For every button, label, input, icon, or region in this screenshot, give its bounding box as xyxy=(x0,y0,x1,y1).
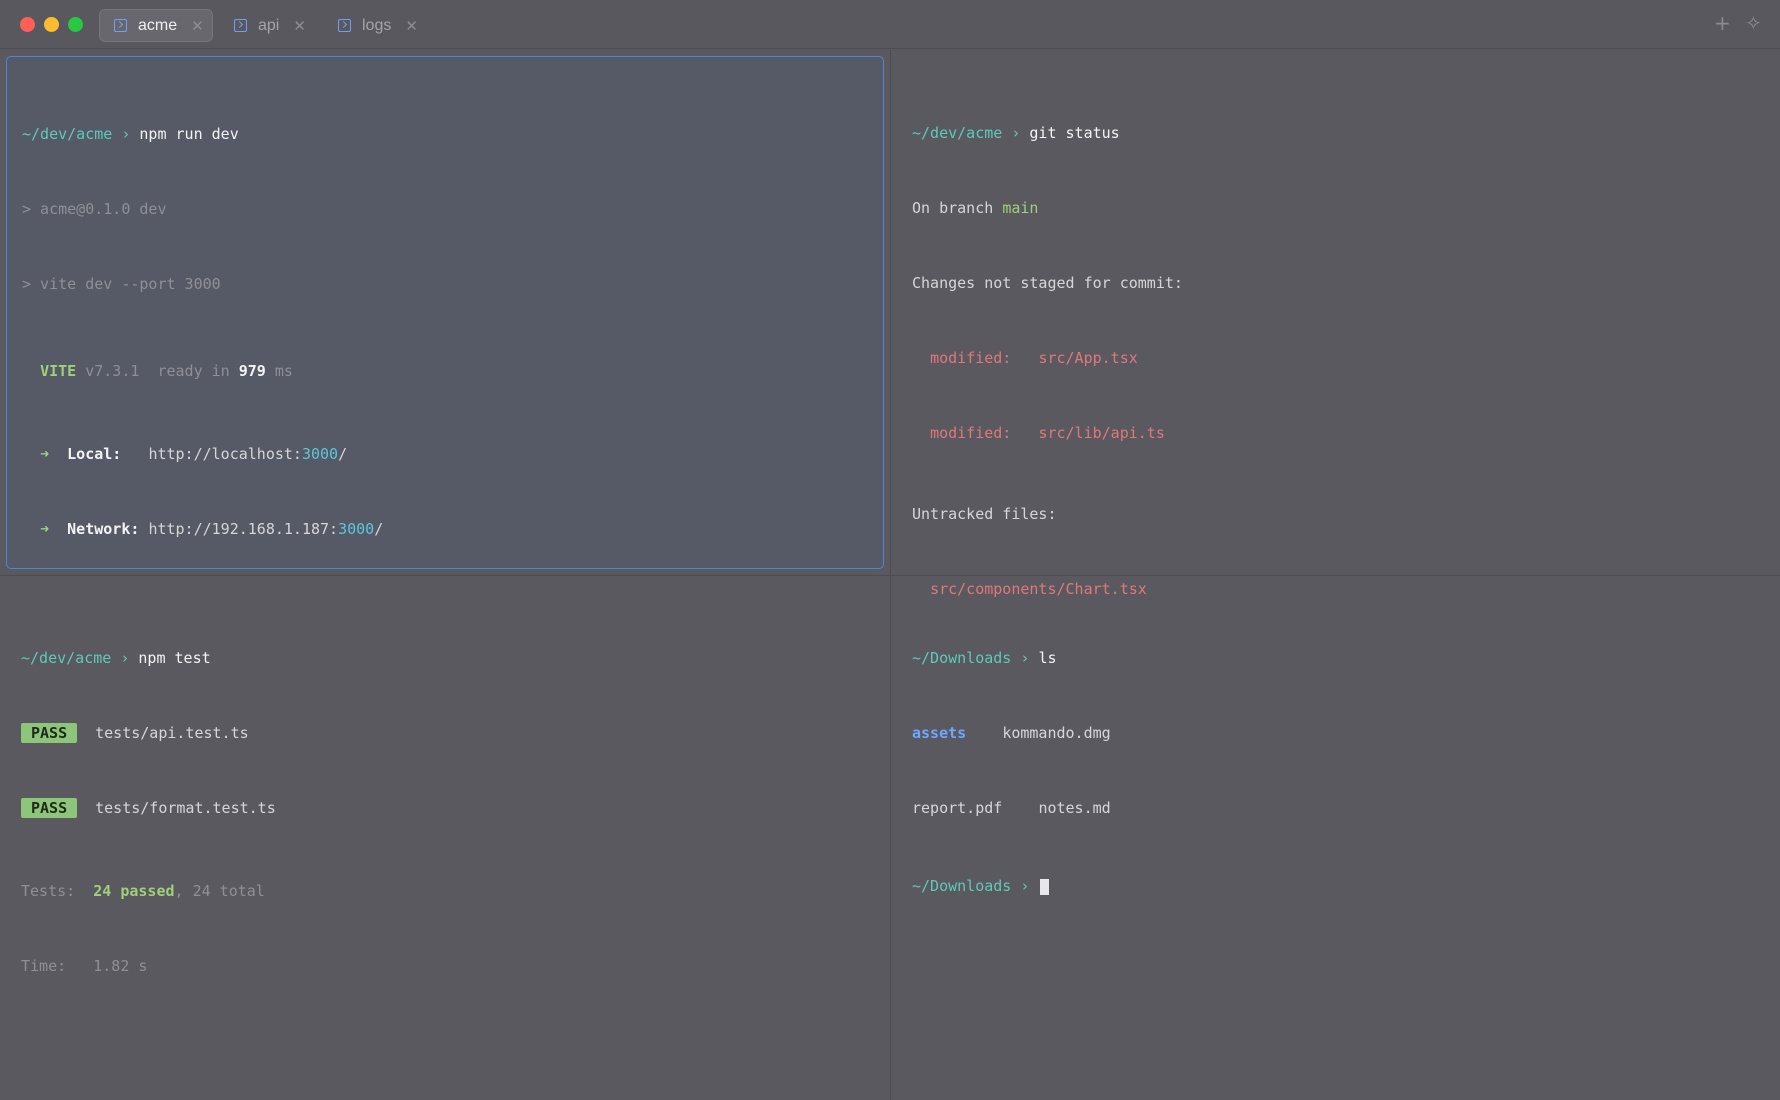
ls-row: assets kommando.dmg xyxy=(912,721,1777,746)
local-url-line: ➜ Local: http://localhost:3000/ xyxy=(40,445,348,463)
tab-acme[interactable]: acme ✕ xyxy=(99,9,213,42)
untracked-header: Untracked files: xyxy=(912,505,1057,523)
file-entry: notes.md xyxy=(1038,799,1111,817)
test-result-line: PASS tests/api.test.ts xyxy=(21,721,884,746)
modified-line: modified: src/lib/api.ts xyxy=(930,424,1165,442)
time-summary-line: Time: 1.82 s xyxy=(21,957,148,975)
tab-label: api xyxy=(258,16,280,34)
branch-name: main xyxy=(1002,199,1039,217)
tab-logs[interactable]: logs ✕ xyxy=(324,9,434,42)
prompt-line: ~/dev/acme › npm run dev xyxy=(22,125,239,143)
terminal-icon xyxy=(114,19,127,32)
tab-label: acme xyxy=(138,16,178,34)
terminal-icon xyxy=(234,19,247,32)
output-line: > acme@0.1.0 dev xyxy=(22,200,167,218)
close-icon[interactable]: ✕ xyxy=(293,17,306,35)
terminal-icon xyxy=(338,19,351,32)
command-text: ls xyxy=(1038,649,1057,667)
tab-label: logs xyxy=(362,16,392,34)
arrow-icon: ➜ xyxy=(40,520,50,538)
command-text: npm test xyxy=(138,649,211,667)
test-result-line: PASS tests/format.test.ts xyxy=(21,796,884,821)
close-icon[interactable]: ✕ xyxy=(191,17,204,35)
prompt-line: ~/Downloads › ls xyxy=(912,649,1057,667)
terminal-pane-dev[interactable]: ~/dev/acme › npm run dev > acme@0.1.0 de… xyxy=(6,56,884,569)
pass-badge: PASS xyxy=(21,798,78,818)
window-maximize-button[interactable] xyxy=(68,17,83,32)
terminal-pane-test[interactable]: ~/dev/acme › npm test PASS tests/api.test… xyxy=(6,581,884,1096)
terminal-pane-downloads[interactable]: ~/Downloads › ls assets kommando.dmg rep… xyxy=(897,581,1777,1096)
modified-line: modified: src/App.tsx xyxy=(930,349,1138,367)
tab-api[interactable]: api ✕ xyxy=(220,9,320,42)
text-cursor xyxy=(1040,878,1050,895)
title-bar: acme ✕ api ✕ logs ✕ + ✧ xyxy=(0,0,1780,49)
ls-row: report.pdf notes.md xyxy=(912,796,1777,821)
window-minimize-button[interactable] xyxy=(44,17,59,32)
pass-badge: PASS xyxy=(21,723,78,743)
window-close-button[interactable] xyxy=(20,17,35,32)
sparkle-icon[interactable]: ✧ xyxy=(1745,11,1762,35)
new-tab-button[interactable]: + xyxy=(1714,11,1731,35)
arrow-icon: ➜ xyxy=(40,445,50,463)
vite-ready-line: VITE v7.3.1 ready in 979 ms xyxy=(40,362,293,380)
command-text: npm run dev xyxy=(139,125,239,143)
prompt-line: ~/dev/acme › git status xyxy=(912,124,1120,142)
prompt-line: ~/dev/acme › npm test xyxy=(21,649,211,667)
close-icon[interactable]: ✕ xyxy=(405,17,418,35)
directory-entry: assets xyxy=(912,724,967,742)
file-entry: kommando.dmg xyxy=(1002,724,1111,742)
network-url-link[interactable]: http://192.168.1.187:3000/ xyxy=(148,520,383,538)
changes-header: Changes not staged for commit: xyxy=(912,274,1183,292)
file-entry: report.pdf xyxy=(912,799,1003,817)
local-url-link[interactable]: http://localhost:3000/ xyxy=(148,445,347,463)
active-prompt-line: ~/Downloads › xyxy=(912,874,1777,899)
tests-summary-line: Tests: 24 passed, 24 total xyxy=(21,882,265,900)
terminal-pane-git[interactable]: ~/dev/acme › git status On branch main C… xyxy=(897,56,1777,598)
output-line: > vite dev --port 3000 xyxy=(22,275,221,293)
branch-line: On branch main xyxy=(912,199,1039,217)
network-url-line: ➜ Network: http://192.168.1.187:3000/ xyxy=(40,520,384,538)
command-text: git status xyxy=(1029,124,1120,142)
